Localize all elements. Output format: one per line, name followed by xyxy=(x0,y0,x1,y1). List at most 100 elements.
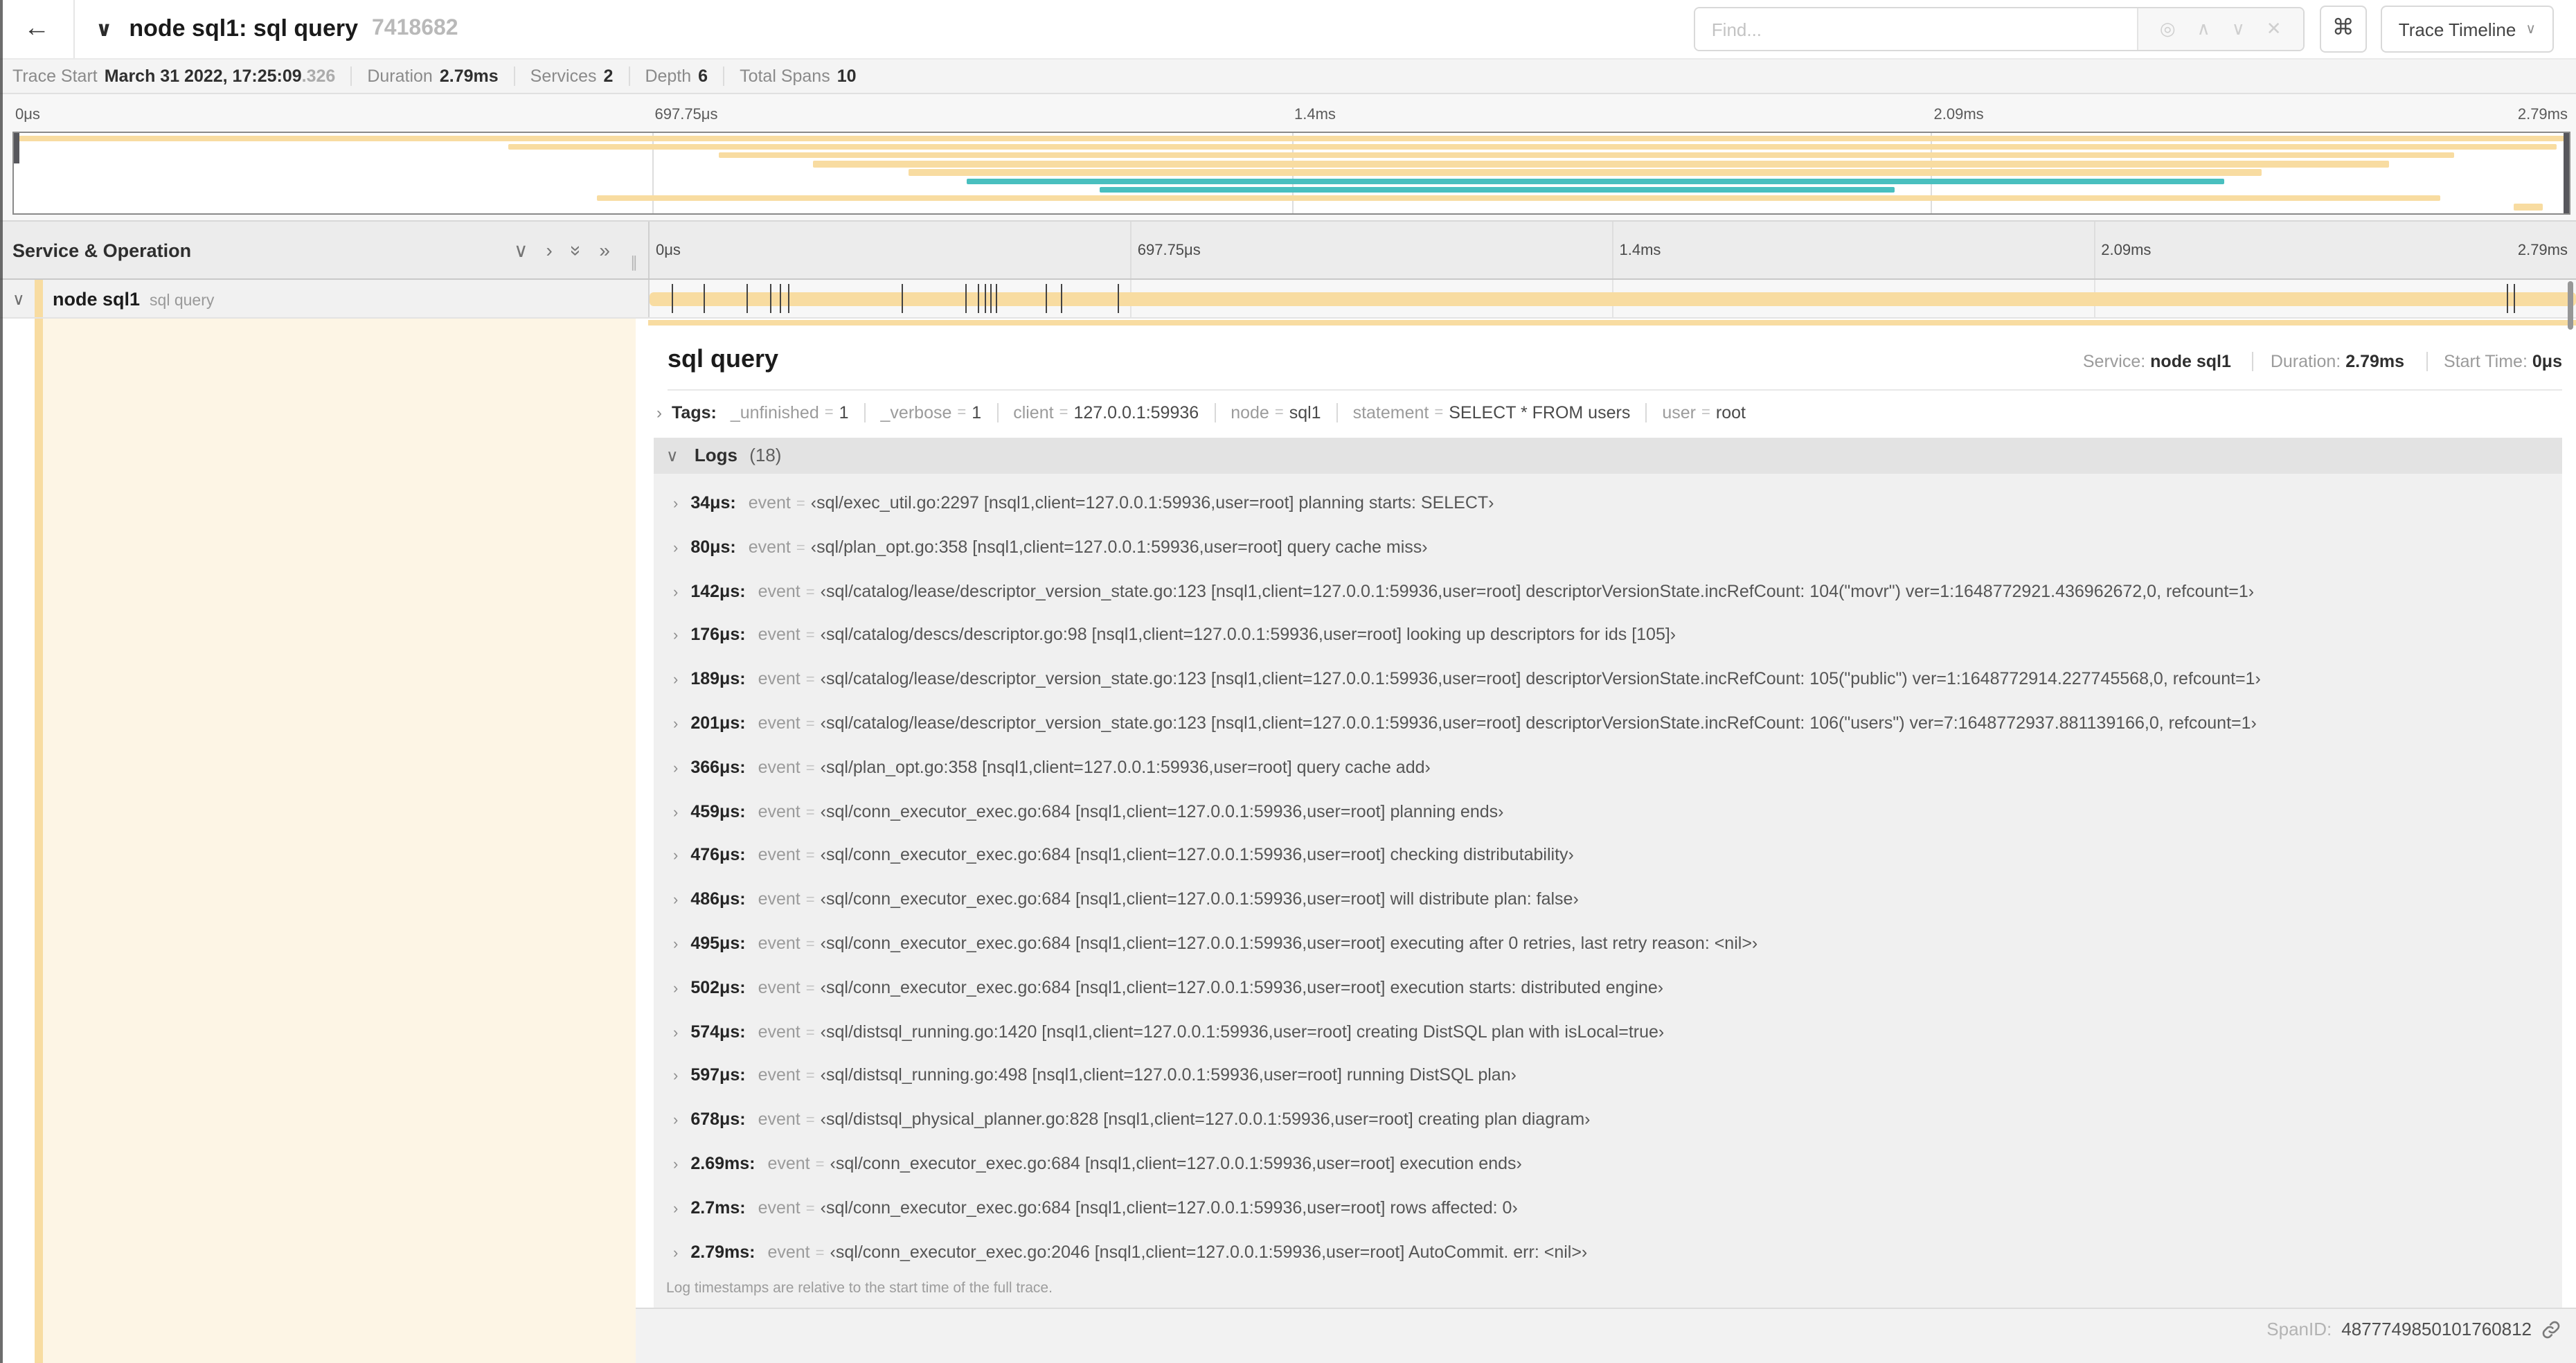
minimap-span-bar xyxy=(14,135,2569,142)
log-tick-mark xyxy=(965,284,967,313)
minimap-left-scrubber[interactable] xyxy=(14,133,19,163)
link-icon[interactable] xyxy=(2541,1320,2561,1339)
tag-key: _verbose xyxy=(880,403,952,422)
span-extent-line xyxy=(647,320,2576,325)
log-entry[interactable]: › 486μs: event = ‹sql/conn_executor_exec.go:… xyxy=(654,878,2562,923)
log-entry[interactable]: › 574μs: event = ‹sql/distsql_running.go:142… xyxy=(654,1010,2562,1055)
collapse-all-icon[interactable]: » xyxy=(564,244,588,256)
minimap-right-scrubber[interactable] xyxy=(2563,133,2569,213)
trace-stat: Services 2 xyxy=(513,66,613,86)
log-message: ‹sql/conn_executor_exec.go:684 [nsql1,cl… xyxy=(820,801,1504,821)
collapse-one-icon[interactable]: ∨ xyxy=(514,238,528,262)
log-entry[interactable]: › 495μs: event = ‹sql/conn_executor_exec.go:… xyxy=(654,923,2562,967)
timeline-ruler: 0μs 697.75μs 1.4ms 2.09ms 2.79ms xyxy=(647,222,2576,278)
minimap-span-bar xyxy=(596,195,2441,202)
chevron-down-icon: ∨ xyxy=(666,446,679,465)
find-prev-icon[interactable]: ∧ xyxy=(2197,18,2210,40)
chevron-right-icon: › xyxy=(673,1112,679,1130)
log-timestamp: 201μs: xyxy=(690,713,746,733)
find-group: ◎ ∧ ∨ ✕ xyxy=(1693,7,2305,51)
view-select-label: Trace Timeline xyxy=(2398,19,2516,39)
keyboard-shortcuts-button[interactable]: ⌘ xyxy=(2319,6,2367,53)
log-entry[interactable]: › 678μs: event = ‹sql/distsql_physical_plann… xyxy=(654,1098,2562,1143)
log-timestamp: 176μs: xyxy=(690,625,746,645)
find-clear-icon[interactable]: ✕ xyxy=(2266,18,2282,40)
log-entry[interactable]: › 597μs: event = ‹sql/distsql_running.go:498… xyxy=(654,1055,2562,1099)
ruler-tick-label: 697.75μs xyxy=(1137,242,1201,258)
back-arrow-icon: ← xyxy=(24,14,50,43)
stat-label: Total Spans xyxy=(740,66,830,86)
expand-all-icon[interactable]: » xyxy=(599,238,610,262)
log-entry[interactable]: › 2.79ms: event = ‹sql/conn_executor_exec.go… xyxy=(654,1231,2562,1275)
minimap-tick-label: 2.79ms xyxy=(2517,107,2568,123)
log-entry[interactable]: › 201μs: event = ‹sql/catalog/lease/descript… xyxy=(654,702,2562,747)
timeline-header-left: Service & Operation ∨ › » » ∥ xyxy=(0,222,647,278)
log-entry[interactable]: › 189μs: event = ‹sql/catalog/lease/descript… xyxy=(654,658,2562,702)
log-entry[interactable]: › 476μs: event = ‹sql/conn_executor_exec.go:… xyxy=(654,835,2562,879)
span-tag: _verbose = 1 xyxy=(864,403,997,422)
span-id-footer: SpanID: 4877749850101760812 xyxy=(636,1308,2576,1363)
log-message: ‹sql/conn_executor_exec.go:2046 [nsql1,c… xyxy=(830,1242,1588,1262)
find-input[interactable] xyxy=(1694,8,2137,50)
log-message: ‹sql/distsql_running.go:1420 [nsql1,clie… xyxy=(820,1022,1665,1042)
span-collapse-icon[interactable]: ∨ xyxy=(12,289,25,308)
log-equals: = xyxy=(805,760,815,777)
log-entry[interactable]: › 2.7ms: event = ‹sql/conn_executor_exec.go:… xyxy=(654,1187,2562,1231)
stat-value: 6 xyxy=(698,66,708,86)
log-equals: = xyxy=(805,936,815,953)
top-bar-actions: ◎ ∧ ∨ ✕ ⌘ Trace Timeline ∨ xyxy=(1693,6,2576,53)
expanded-row-tint xyxy=(42,319,636,1363)
trace-collapse-icon[interactable]: ∨ xyxy=(96,17,112,42)
log-entry[interactable]: › 2.69ms: event = ‹sql/conn_executor_exec.go… xyxy=(654,1143,2562,1187)
span-row-name-cell[interactable]: ∨ node sql1 sql query xyxy=(0,280,647,317)
trace-stat: Trace Start March 31 2022, 17:25:09.326 xyxy=(12,66,335,86)
tag-equals: = xyxy=(1059,404,1068,421)
minimap-span-bar xyxy=(967,178,2224,185)
tag-value: 1 xyxy=(972,403,982,422)
log-equals: = xyxy=(805,892,815,909)
log-entry[interactable]: › 176μs: event = ‹sql/catalog/descs/descript… xyxy=(654,614,2562,659)
view-select-button[interactable]: Trace Timeline ∨ xyxy=(2380,6,2554,53)
log-entry[interactable]: › 34μs: event = ‹sql/exec_util.go:2297 [nsql… xyxy=(654,482,2562,526)
logs-header[interactable]: ∨ Logs (18) xyxy=(654,438,2562,474)
log-message: ‹sql/conn_executor_exec.go:684 [nsql1,cl… xyxy=(820,933,1758,953)
find-target-icon[interactable]: ◎ xyxy=(2160,18,2176,40)
log-entry[interactable]: › 459μs: event = ‹sql/conn_executor_exec.go:… xyxy=(654,790,2562,835)
logs-count: (18) xyxy=(749,445,782,465)
log-entry[interactable]: › 142μs: event = ‹sql/catalog/lease/descript… xyxy=(654,570,2562,614)
chevron-right-icon: › xyxy=(673,584,679,601)
log-equals: = xyxy=(805,584,815,601)
chevron-right-icon: › xyxy=(656,403,662,422)
span-tag: client = 127.0.0.1:59936 xyxy=(996,403,1214,422)
vertical-scrollbar-thumb[interactable] xyxy=(2567,281,2573,330)
log-timestamp: 80μs: xyxy=(690,537,736,557)
log-field-name: event xyxy=(758,845,800,865)
log-equals: = xyxy=(805,980,815,997)
log-message: ‹sql/distsql_physical_planner.go:828 [ns… xyxy=(820,1110,1591,1130)
expand-one-icon[interactable]: › xyxy=(546,238,552,262)
meta-duration: Duration: 2.79ms xyxy=(2252,352,2404,371)
span-detail-meta: Service: node sql1 Duration: 2.79ms Star… xyxy=(2083,352,2562,371)
tag-equals: = xyxy=(1274,404,1284,421)
tags-list: _unfinished = 1 _verbose = 1 client = 127.0.0.… xyxy=(731,403,1761,422)
column-resize-grip[interactable]: ∥ xyxy=(630,253,638,271)
ruler-tick-label: 1.4ms xyxy=(1619,242,1661,258)
log-entry[interactable]: › 80μs: event = ‹sql/plan_opt.go:358 [nsql1,… xyxy=(654,526,2562,571)
logs-title: Logs xyxy=(694,445,737,465)
log-message: ‹sql/distsql_running.go:498 [nsql1,clien… xyxy=(820,1065,1517,1085)
span-tag: user = root xyxy=(1645,403,1761,422)
trace-minimap: 0μs 697.75μs 1.4ms 2.09ms 2.79ms xyxy=(0,94,2576,220)
tag-equals: = xyxy=(957,404,967,421)
log-entry[interactable]: › 366μs: event = ‹sql/plan_opt.go:358 [nsql1… xyxy=(654,747,2562,791)
span-duration-bar[interactable] xyxy=(649,292,2576,306)
stat-value: 10 xyxy=(837,66,857,86)
span-tag: statement = SELECT * FROM users xyxy=(1336,403,1646,422)
chevron-right-icon: › xyxy=(673,980,679,997)
span-row-timeline[interactable] xyxy=(647,280,2576,317)
back-button[interactable]: ← xyxy=(0,0,75,58)
tags-row[interactable]: › Tags: _unfinished = 1 _verbose = 1 client =… xyxy=(654,391,2562,434)
log-entry[interactable]: › 502μs: event = ‹sql/conn_executor_exec.go:… xyxy=(654,967,2562,1011)
find-next-icon[interactable]: ∨ xyxy=(2232,18,2245,40)
minimap-canvas[interactable] xyxy=(12,132,2570,215)
log-timestamp: 476μs: xyxy=(690,845,746,865)
